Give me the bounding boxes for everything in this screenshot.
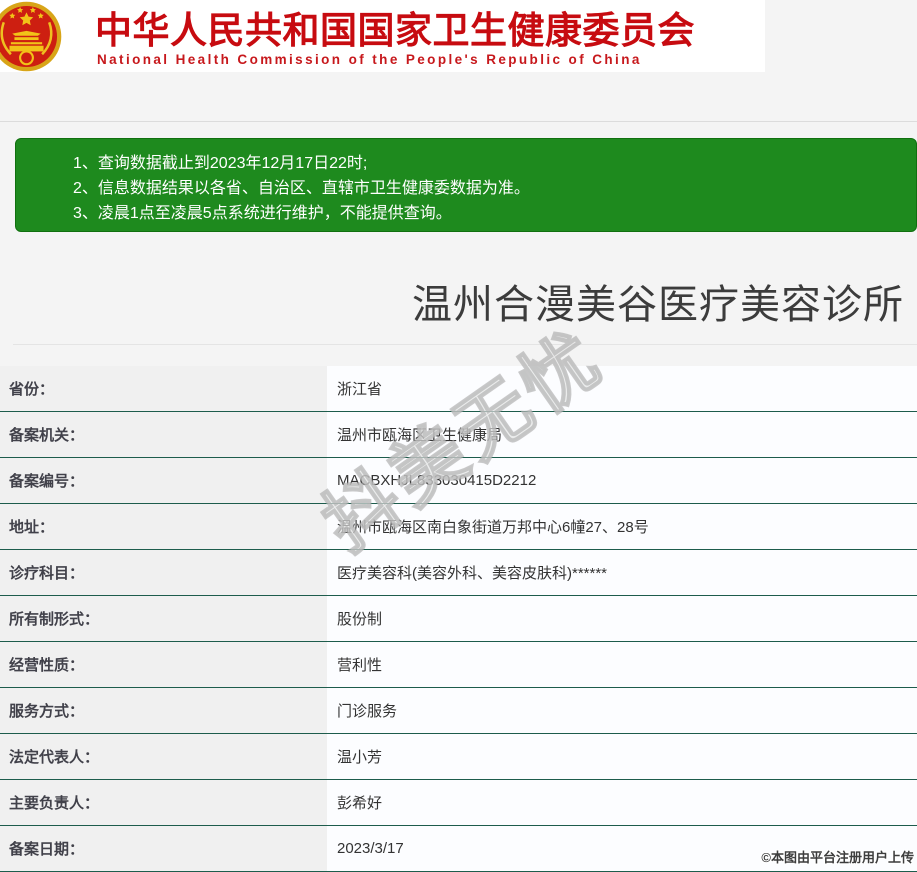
notice-item: 2、信息数据结果以各省、自治区、直辖市卫生健康委数据为准。 (73, 180, 530, 197)
field-label: 备案机关： (0, 412, 327, 457)
national-emblem-icon (0, 1, 62, 72)
field-value: 股份制 (327, 596, 917, 641)
field-value: 营利性 (327, 642, 917, 687)
table-row-province: 省份： 浙江省 (0, 366, 917, 412)
field-value: 温州市瓯海区南白象街道万邦中心6幢27、28号 (327, 504, 917, 549)
field-label: 省份： (0, 366, 327, 411)
field-value: 温小芳 (327, 734, 917, 779)
table-row-medical-subjects: 诊疗科目： 医疗美容科(美容外科、美容皮肤科)****** (0, 550, 917, 596)
table-row-address: 地址： 温州市瓯海区南白象街道万邦中心6幢27、28号 (0, 504, 917, 550)
field-value: 彭希好 (327, 780, 917, 825)
notice-item: 1、查询数据截止到2023年12月17日22时; (73, 155, 368, 172)
notice-item: 3、凌晨1点至凌晨5点系统进行维护，不能提供查询。 (73, 205, 452, 222)
field-label: 所有制形式： (0, 596, 327, 641)
field-label: 法定代表人： (0, 734, 327, 779)
field-label: 诊疗科目： (0, 550, 327, 595)
field-label: 地址： (0, 504, 327, 549)
table-row-business-nature: 经营性质： 营利性 (0, 642, 917, 688)
site-header: 中华人民共和国国家卫生健康委员会 National Health Commiss… (0, 0, 765, 72)
field-label: 服务方式： (0, 688, 327, 733)
table-row-principal: 主要负责人： 彭希好 (0, 780, 917, 826)
table-row-legal-representative: 法定代表人： 温小芳 (0, 734, 917, 780)
field-value: 浙江省 (327, 366, 917, 411)
institution-name-title: 温州合漫美谷医疗美容诊所 (412, 283, 904, 327)
table-row-service-mode: 服务方式： 门诊服务 (0, 688, 917, 734)
table-row-filing-authority: 备案机关： 温州市瓯海区卫生健康局 (0, 412, 917, 458)
header-divider (0, 121, 917, 122)
field-label: 备案编号： (0, 458, 327, 503)
title-divider (13, 344, 917, 345)
institution-detail-table: 省份： 浙江省 备案机关： 温州市瓯海区卫生健康局 备案编号： MACBXHJL… (0, 366, 917, 872)
field-value: 医疗美容科(美容外科、美容皮肤科)****** (327, 550, 917, 595)
field-label: 备案日期： (0, 826, 327, 871)
field-value: 门诊服务 (327, 688, 917, 733)
table-row-filing-number: 备案编号： MACBXHJL833030415D2212 (0, 458, 917, 504)
site-title-en: National Health Commission of the People… (97, 52, 642, 67)
query-notice-box: 1、查询数据截止到2023年12月17日22时; 2、信息数据结果以各省、自治区… (15, 138, 917, 232)
field-label: 经营性质： (0, 642, 327, 687)
field-value: MACBXHJL833030415D2212 (327, 458, 917, 503)
site-title-cn: 中华人民共和国国家卫生健康委员会 (95, 10, 695, 51)
field-label: 主要负责人： (0, 780, 327, 825)
field-value: 温州市瓯海区卫生健康局 (327, 412, 917, 457)
upload-credit-watermark: ©本图由平台注册用户上传 (761, 850, 914, 865)
table-row-ownership-form: 所有制形式： 股份制 (0, 596, 917, 642)
